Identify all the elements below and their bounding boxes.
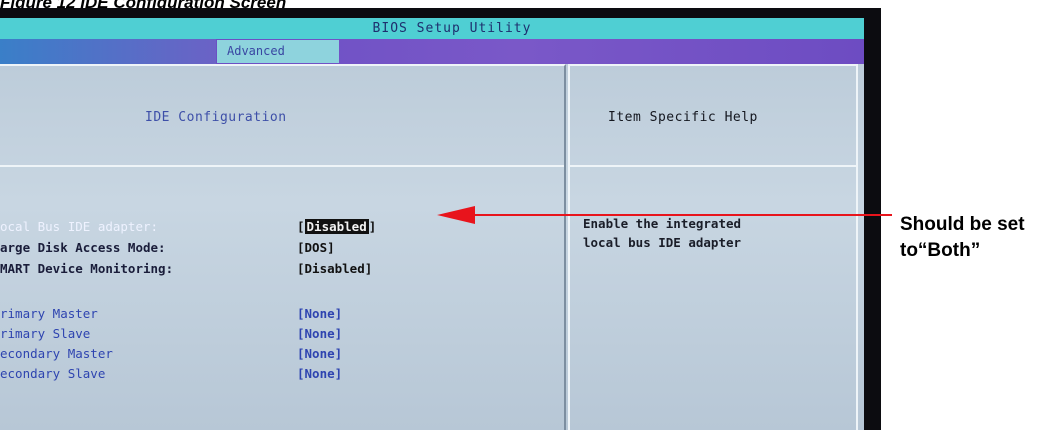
setting-value[interactable]: [Disabled] [297, 260, 372, 278]
setting-value[interactable]: [None] [297, 325, 342, 343]
setting-value[interactable]: [None] [297, 365, 342, 383]
menu-bar-left-area [0, 39, 216, 64]
menu-bar: Advanced [0, 39, 864, 64]
setting-label: econdary Master [0, 346, 113, 361]
section-divider [0, 165, 564, 167]
callout-arrow-icon [437, 206, 892, 224]
setting-label: ocal Bus IDE adapter: [0, 219, 159, 234]
setting-label: MART Device Monitoring: [0, 261, 174, 276]
setting-value[interactable]: [None] [297, 305, 342, 323]
setting-primary-slave[interactable]: rimary Slave [None] [0, 325, 564, 343]
bios-title: BIOS Setup Utility [372, 21, 532, 36]
setting-secondary-master[interactable]: econdary Master [None] [0, 345, 564, 363]
setting-value[interactable]: [Disabled] [297, 218, 376, 236]
setting-primary-master[interactable]: rimary Master [None] [0, 305, 564, 323]
setting-smart-device-monitoring[interactable]: MART Device Monitoring: [Disabled] [0, 260, 564, 278]
setting-secondary-slave[interactable]: econdary Slave [None] [0, 365, 564, 383]
section-title: IDE Configuration [145, 110, 287, 125]
setting-label: econdary Slave [0, 366, 106, 381]
setting-label: rimary Master [0, 306, 98, 321]
help-title: Item Specific Help [608, 110, 758, 125]
setting-label: arge Disk Access Mode: [0, 240, 166, 255]
setting-value[interactable]: [DOS] [297, 239, 335, 257]
help-panel: Item Specific Help Enable the integrated… [568, 64, 858, 430]
settings-panel: IDE Configuration ocal Bus IDE adapter: … [0, 64, 566, 430]
setting-label: rimary Slave [0, 326, 91, 341]
callout-text: Should be set to“Both” [900, 214, 1025, 261]
setting-value[interactable]: [None] [297, 345, 342, 363]
bios-title-bar: BIOS Setup Utility [0, 18, 864, 39]
tab-advanced[interactable]: Advanced [217, 40, 339, 63]
setting-large-disk-access-mode[interactable]: arge Disk Access Mode: [DOS] [0, 239, 564, 257]
selected-value: Disabled [304, 219, 369, 234]
help-divider [570, 165, 856, 167]
